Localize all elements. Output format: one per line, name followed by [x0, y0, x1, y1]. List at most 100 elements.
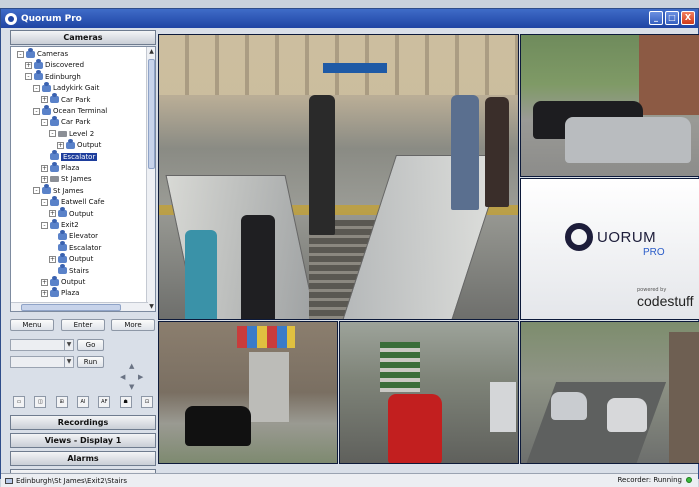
tree-item[interactable]: Elevator	[49, 229, 99, 241]
tree-item[interactable]: - St James	[33, 184, 84, 196]
camera-group-icon	[66, 138, 75, 149]
person-figure	[451, 95, 479, 210]
scroll-down-icon[interactable]: ▼	[147, 302, 155, 311]
hscroll-thumb[interactable]	[21, 304, 121, 311]
tree-item[interactable]: + Output	[41, 275, 85, 287]
cameras-header-button[interactable]: Cameras	[10, 30, 156, 45]
tour-select[interactable]: ▼	[10, 356, 74, 368]
tree-item[interactable]: + Car Park	[41, 93, 90, 105]
garage-door	[249, 352, 289, 422]
car	[551, 392, 587, 420]
tree-item[interactable]: - Ladykirk Gait	[33, 81, 99, 93]
close-button[interactable]: X	[681, 11, 695, 25]
collapse-icon[interactable]: -	[41, 221, 48, 229]
expand-icon[interactable]: +	[41, 175, 48, 183]
scroll-up-icon[interactable]: ▲	[147, 47, 155, 56]
grid-2-icon[interactable]: ◫	[34, 396, 47, 408]
tree-item[interactable]: - Cameras	[17, 47, 68, 59]
expand-icon[interactable]: +	[49, 255, 56, 263]
recordings-button[interactable]: Recordings	[10, 415, 156, 430]
video-tile-street[interactable]	[158, 321, 338, 464]
expand-icon[interactable]: +	[41, 96, 48, 104]
camera-group-icon	[58, 207, 67, 218]
expand-icon[interactable]: +	[41, 278, 48, 286]
menu-button[interactable]: Menu	[10, 319, 54, 331]
tree-item[interactable]: - Ocean Terminal	[33, 104, 107, 116]
tree-item[interactable]: Escalator	[49, 241, 101, 253]
collapse-icon[interactable]: -	[33, 187, 40, 195]
fullscreen-icon[interactable]: ⊡	[140, 396, 153, 408]
tree-item[interactable]: + Output	[49, 252, 93, 264]
run-button[interactable]: Run	[77, 356, 104, 368]
go-button[interactable]: Go	[77, 339, 104, 351]
tree-item[interactable]: Stairs	[49, 264, 89, 276]
camera-icon	[58, 229, 67, 240]
minimize-button[interactable]: _	[649, 11, 663, 25]
camera-group-icon	[50, 115, 59, 126]
expand-icon[interactable]: +	[49, 210, 56, 218]
collapse-icon[interactable]: -	[41, 198, 48, 206]
preset-select[interactable]: ▼	[10, 339, 74, 351]
autofocus-icon[interactable]: AF	[98, 396, 111, 408]
tree-item[interactable]: + Plaza	[41, 286, 79, 298]
auto-icon[interactable]: AI	[76, 396, 89, 408]
expand-icon[interactable]: +	[25, 61, 32, 69]
expand-icon[interactable]: +	[57, 141, 64, 149]
tree-item[interactable]: - Car Park	[41, 115, 90, 127]
scroll-thumb[interactable]	[148, 59, 155, 169]
tree-item[interactable]: + Discovered	[25, 58, 85, 70]
ptz-control[interactable]: ▲ ◀ ▶ ▼	[120, 362, 144, 391]
tree-item-label: St James	[53, 186, 84, 195]
video-tile-traffic[interactable]	[339, 321, 519, 464]
person-icon[interactable]: ☗	[119, 396, 132, 408]
pan-down-icon[interactable]: ▼	[129, 383, 134, 391]
views-button[interactable]: Views - Display 1	[10, 433, 156, 448]
camera-icon	[58, 264, 67, 275]
video-tile-car-park[interactable]	[520, 34, 699, 177]
collapse-icon[interactable]: -	[49, 130, 56, 138]
tree-item[interactable]: + Output	[49, 207, 93, 219]
logo-brand: UORUM	[597, 229, 657, 246]
enter-button[interactable]: Enter	[61, 319, 105, 331]
tree-horizontal-scrollbar[interactable]	[11, 302, 148, 311]
recorder-status: Recorder: Running	[617, 476, 692, 484]
tree-item[interactable]: - Eatwell Cafe	[41, 195, 105, 207]
traffic-queue	[380, 342, 420, 392]
collapse-icon[interactable]: -	[41, 118, 48, 126]
tree-item[interactable]: + Plaza	[41, 161, 79, 173]
pan-up-icon[interactable]: ▲	[129, 362, 134, 370]
tree-item[interactable]: - Exit2	[41, 218, 79, 230]
chevron-down-icon: ▼	[64, 340, 73, 350]
video-tile-road[interactable]	[520, 321, 699, 464]
camera-tree[interactable]: - Cameras + Discovered - Edinburgh - Ladykirk G…	[10, 46, 156, 312]
video-tile-main[interactable]	[158, 34, 519, 320]
tree-item-label: Discovered	[45, 61, 85, 70]
expand-icon[interactable]: +	[41, 289, 48, 297]
collapse-icon[interactable]: -	[17, 50, 24, 58]
tree-item[interactable]: Escalator	[41, 150, 98, 162]
grid-3-icon[interactable]: ⊞	[55, 396, 68, 408]
collapse-icon[interactable]: -	[33, 84, 40, 92]
tree-item[interactable]: - Edinburgh	[25, 70, 81, 82]
window-controls: _ □ X	[649, 11, 695, 25]
tree-item-label: Elevator	[69, 232, 99, 241]
title-bar[interactable]: Quorum Pro _ □ X	[1, 9, 698, 28]
pan-right-icon[interactable]: ▶	[138, 373, 143, 381]
alarms-button[interactable]: Alarms	[10, 451, 156, 466]
collapse-icon[interactable]: -	[33, 107, 40, 115]
collapse-icon[interactable]: -	[25, 73, 32, 81]
platform-sign	[323, 63, 387, 73]
camera-icon	[50, 150, 59, 161]
tree-item[interactable]: + St James	[41, 174, 92, 184]
pan-left-icon[interactable]: ◀	[120, 373, 125, 381]
grid-1-icon[interactable]: ▭	[13, 396, 25, 408]
tree-vertical-scrollbar[interactable]: ▲ ▼	[146, 47, 155, 311]
tree-item[interactable]: - Level 2	[49, 129, 94, 139]
expand-icon[interactable]: +	[41, 164, 48, 172]
tree-item[interactable]: + Output	[57, 138, 101, 150]
maximize-button[interactable]: □	[665, 11, 679, 25]
car	[607, 398, 647, 432]
left-panel: Cameras - Cameras + Discovered - Edinburgh - La…	[10, 30, 156, 485]
camera-icon	[58, 241, 67, 252]
more-button[interactable]: More	[111, 319, 155, 331]
